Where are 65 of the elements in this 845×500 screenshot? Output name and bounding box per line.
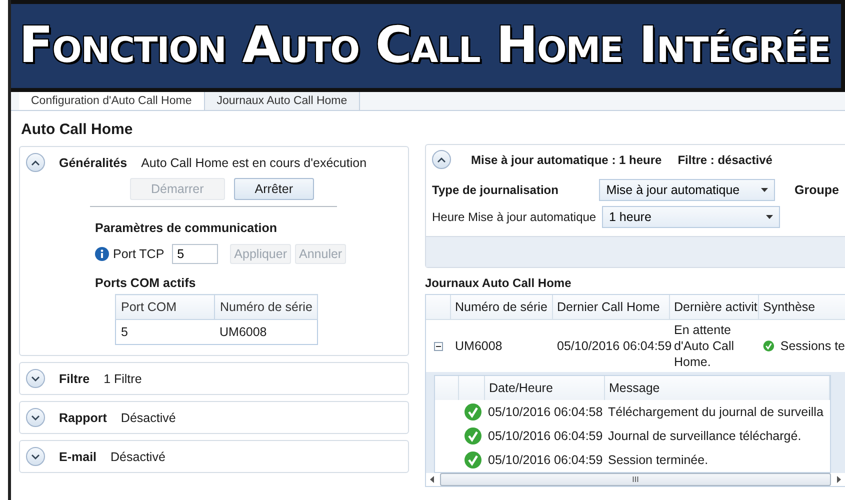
caret-icon xyxy=(766,215,773,219)
field-label: Groupe xyxy=(794,183,839,197)
check-icon xyxy=(464,403,482,421)
action-button[interactable]: Arrêter xyxy=(234,178,314,200)
chevron-up-icon xyxy=(31,160,40,166)
field-label: Type de journalisation xyxy=(432,183,560,197)
table-cell: Sessions te xyxy=(780,339,845,353)
table-cell: 5 xyxy=(116,320,214,344)
expand-toggle[interactable] xyxy=(432,150,451,169)
dropdown[interactable]: Mise à jour automatique xyxy=(599,179,775,201)
table-cell-text: En attente d'Auto Call Home. xyxy=(673,322,736,371)
section-summary: Désactivé xyxy=(120,410,176,424)
chevron-down-icon xyxy=(31,376,40,382)
port-input[interactable]: 5 xyxy=(172,244,218,264)
panel-header-text: Mise à jour automatique : 1 heure xyxy=(471,152,662,166)
table-cell-text: Journal de surveillance téléchargé. xyxy=(607,429,802,443)
column-header: Dernière activit xyxy=(670,295,759,319)
column-header: Synthèse xyxy=(759,295,845,319)
page-title: Auto Call Home xyxy=(21,121,134,138)
section-title: Rapport xyxy=(59,410,107,424)
section-title: Filtre xyxy=(59,372,90,386)
table-cell-text: 05/10/2016 06:04:58 xyxy=(487,405,604,419)
scroll-right-icon xyxy=(837,476,841,483)
chevron-down-icon xyxy=(31,454,40,460)
column-header: Date/Heure xyxy=(485,376,605,400)
dropdown[interactable]: 1 heure xyxy=(602,206,780,228)
check-icon xyxy=(464,427,482,445)
info-icon xyxy=(95,247,109,261)
column-header: Numéro de série xyxy=(214,294,318,320)
field-label: Port TCP xyxy=(113,247,164,261)
expand-toggle[interactable] xyxy=(26,153,45,172)
table-cell-text: Téléchargement du journal de surveilla xyxy=(607,405,824,419)
subsection-title: Paramètres de communication xyxy=(95,221,278,235)
banner-title: Fonction Auto Call Home Intégrée xyxy=(19,16,832,74)
chevron-down-icon xyxy=(31,414,40,420)
column-header: Numéro de série xyxy=(451,295,553,319)
table-cell: UM6008 xyxy=(214,320,318,344)
scroll-left-icon xyxy=(430,476,434,483)
table-cell-text: Session terminée. xyxy=(607,453,710,467)
panel-header-text: Filtre : désactivé xyxy=(678,152,772,166)
tab[interactable]: Journaux Auto Call Home xyxy=(204,92,360,110)
subsection-title: Ports COM actifs xyxy=(95,276,197,290)
check-icon xyxy=(464,451,482,469)
scrollbar-thumb[interactable]: III xyxy=(440,473,831,486)
expand-toggle[interactable] xyxy=(26,447,45,466)
tab[interactable]: Configuration d'Auto Call Home xyxy=(19,92,205,110)
expand-toggle[interactable] xyxy=(26,408,45,427)
table-cell-text: 05/10/2016 06:04:59 xyxy=(487,429,604,443)
table-cell-text: 05/10/2016 06:04:59 xyxy=(556,338,670,355)
section-title: Généralités xyxy=(59,156,128,170)
column-header: Dernier Call Home xyxy=(553,295,670,319)
expand-toggle[interactable] xyxy=(26,369,45,388)
section-summary: Désactivé xyxy=(110,450,166,464)
section-summary: 1 Filtre xyxy=(104,372,142,386)
chevron-up-icon xyxy=(437,156,446,162)
column-header: Message xyxy=(605,376,830,400)
column-header: Port COM xyxy=(116,294,214,320)
section-title: Journaux Auto Call Home xyxy=(425,276,572,290)
collapse-toggle[interactable] xyxy=(434,342,443,350)
section-summary: Auto Call Home est en cours d'exécution xyxy=(141,156,367,170)
field-label: Heure Mise à jour automatique xyxy=(432,210,598,224)
caret-icon xyxy=(760,188,768,192)
table-cell-text: 05/10/2016 06:04:59 xyxy=(487,453,604,467)
section-title: E-mail xyxy=(59,450,97,464)
table-cell-text: UM6008 xyxy=(454,338,504,355)
